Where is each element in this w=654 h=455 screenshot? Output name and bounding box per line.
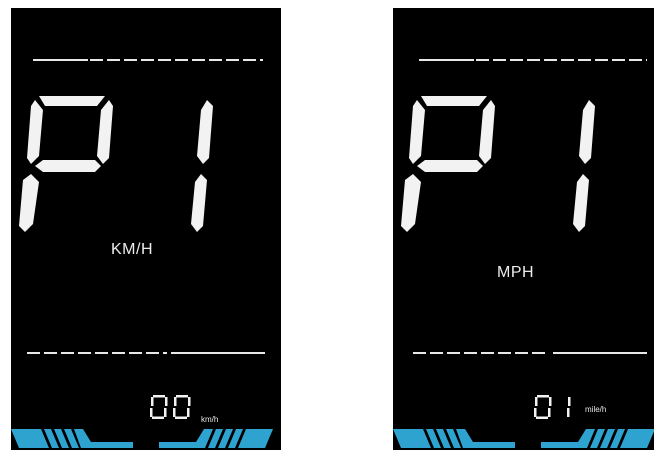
speed-unit-small: km/h <box>201 415 219 424</box>
speed-unit-small: mile/h <box>585 405 607 414</box>
display-comparison: P1 KM/H 00 <box>0 0 654 455</box>
lcd-display-mph: P1 MPH 01 <box>393 8 654 450</box>
mode-code-p1: P1 <box>399 90 619 240</box>
mode-code-p1: P1 <box>17 90 237 240</box>
lcd-display-kmh: P1 KM/H 00 <box>11 8 281 450</box>
speed-unit-title: MPH <box>497 264 535 281</box>
speed-readout: 01 <box>533 394 577 420</box>
speed-unit-title: KM/H <box>111 241 153 258</box>
top-divider-line <box>415 59 647 61</box>
bottom-divider-line <box>27 352 265 354</box>
speed-readout: 00 <box>149 394 193 420</box>
power-bar-indicator <box>11 428 281 450</box>
top-divider-line <box>33 59 263 61</box>
power-bar-indicator <box>393 428 654 450</box>
bottom-divider-line <box>409 352 647 354</box>
